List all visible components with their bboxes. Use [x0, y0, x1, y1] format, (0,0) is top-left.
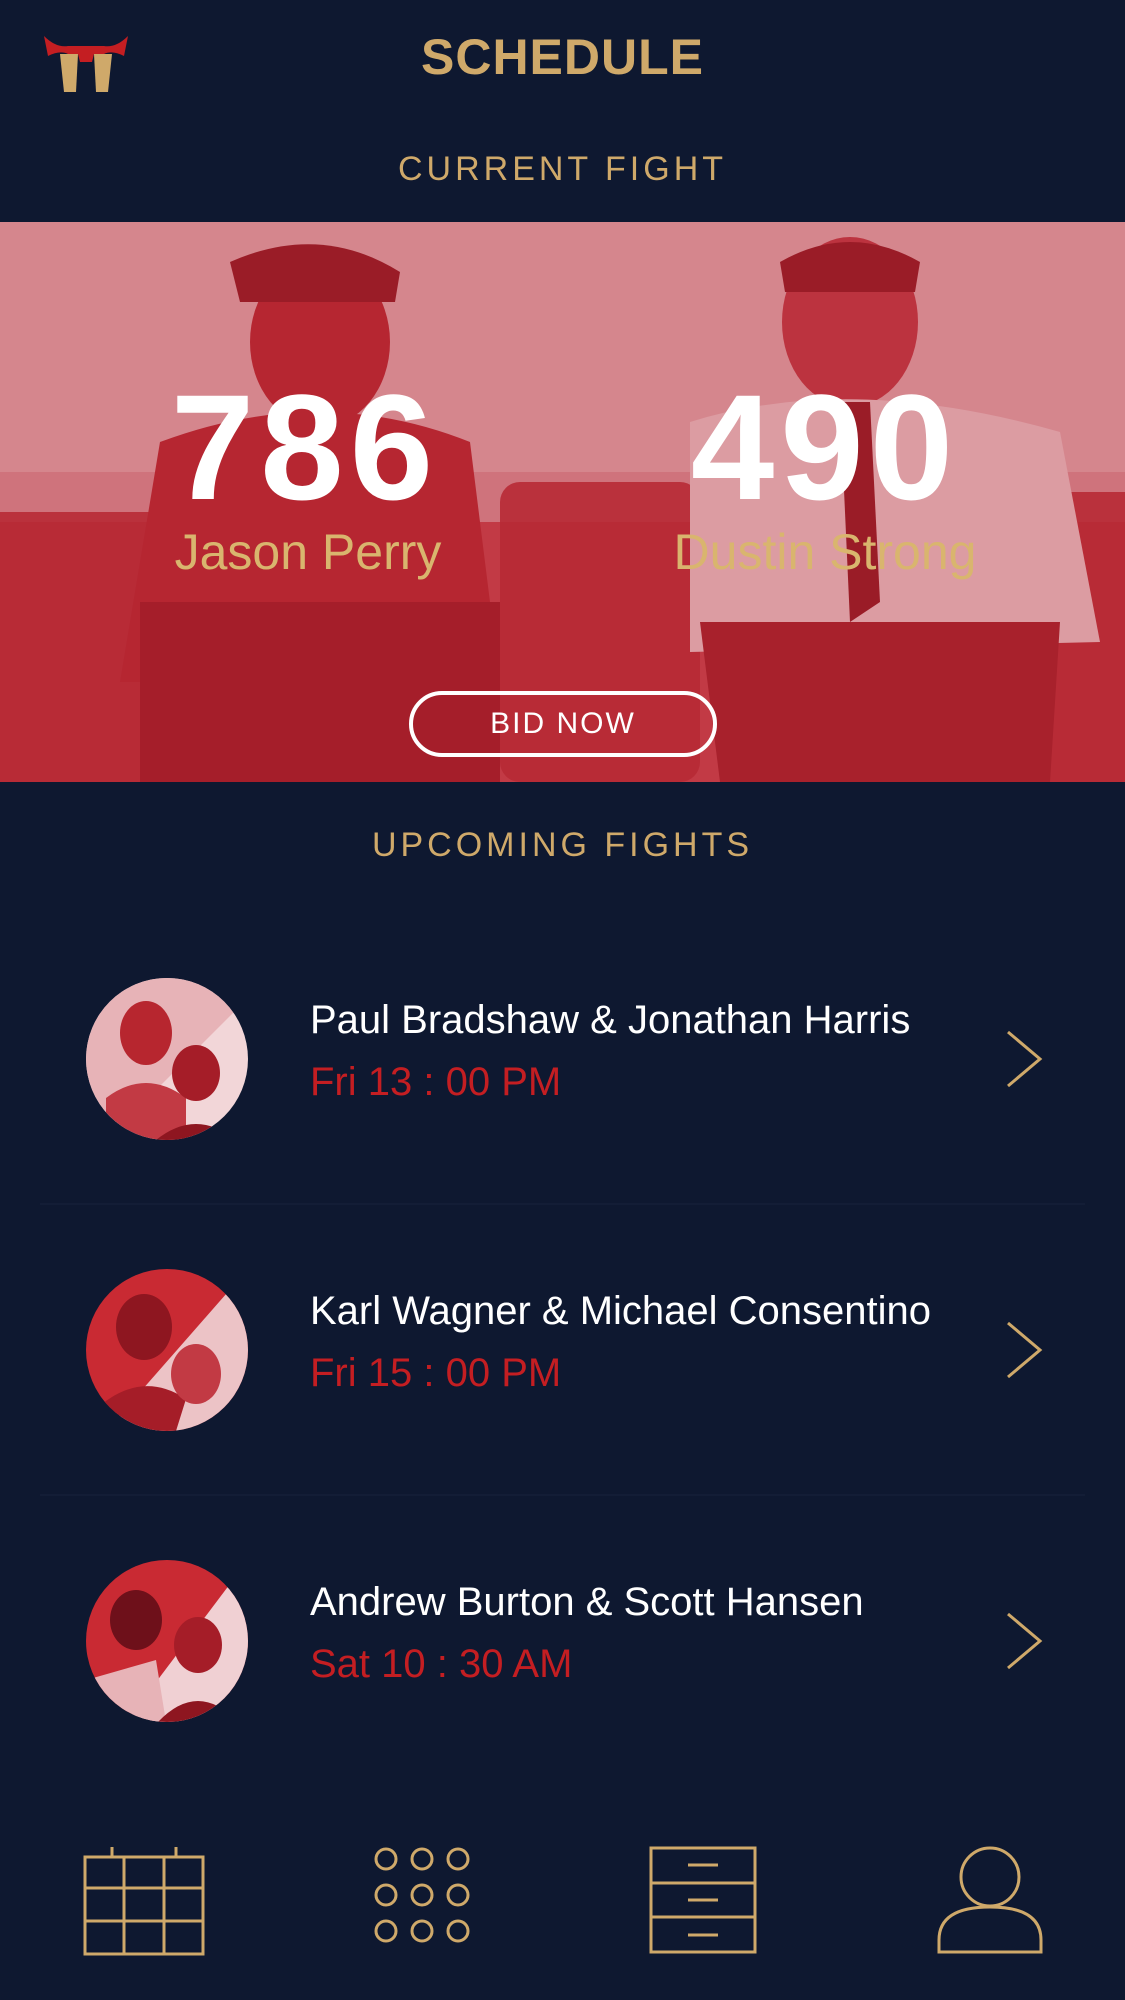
fight-participants: Karl Wagner & Michael Consentino — [310, 1289, 932, 1333]
upcoming-fights-heading: UPCOMING FIGHTS — [371, 826, 754, 864]
chevron-right-icon — [1007, 1030, 1043, 1088]
fighter-left-name: Jason Perry — [174, 524, 442, 580]
app-header: SCHEDULE — [0, 0, 1125, 120]
profile-icon[interactable] — [936, 1845, 1044, 1955]
fight-list-item[interactable]: Andrew Burton & Scott Hansen Sat 10 : 30… — [0, 1480, 1125, 1770]
fight-list-item[interactable]: Karl Wagner & Michael Consentino Fri 15 … — [0, 1189, 1125, 1479]
fight-participants: Andrew Burton & Scott Hansen — [310, 1580, 864, 1624]
grid-dots-icon[interactable] — [372, 1845, 472, 1945]
fight-list-item[interactable]: Paul Bradshaw & Jonathan Harris Fri 13 :… — [0, 898, 1125, 1188]
fight-time: Fri 13 : 00 PM — [310, 1060, 562, 1104]
fight-time: Sat 10 : 30 AM — [310, 1642, 573, 1686]
calendar-icon[interactable] — [82, 1845, 206, 1957]
fight-time: Fri 15 : 00 PM — [310, 1351, 562, 1395]
fight-participants: Paul Bradshaw & Jonathan Harris — [310, 998, 911, 1042]
fighter-left-score: 786 — [170, 363, 440, 531]
document-list-icon[interactable] — [648, 1845, 758, 1955]
fighter-right-score: 490 — [690, 363, 960, 531]
bottom-tab-bar — [0, 1815, 1125, 2000]
current-fight-heading: CURRENT FIGHT — [397, 150, 728, 188]
page-title: SCHEDULE — [420, 29, 705, 85]
bid-now-button[interactable]: BID NOW — [409, 691, 717, 757]
chevron-right-icon — [1007, 1321, 1043, 1379]
chevron-right-icon — [1007, 1612, 1043, 1670]
current-fight-card: 786 490 Jason Perry Dustin Strong BID NO… — [0, 222, 1125, 782]
fighters-avatar — [86, 1560, 248, 1722]
fighter-right-name: Dustin Strong — [673, 524, 977, 580]
fighters-avatar — [86, 978, 248, 1140]
fighters-avatar — [86, 1269, 248, 1431]
